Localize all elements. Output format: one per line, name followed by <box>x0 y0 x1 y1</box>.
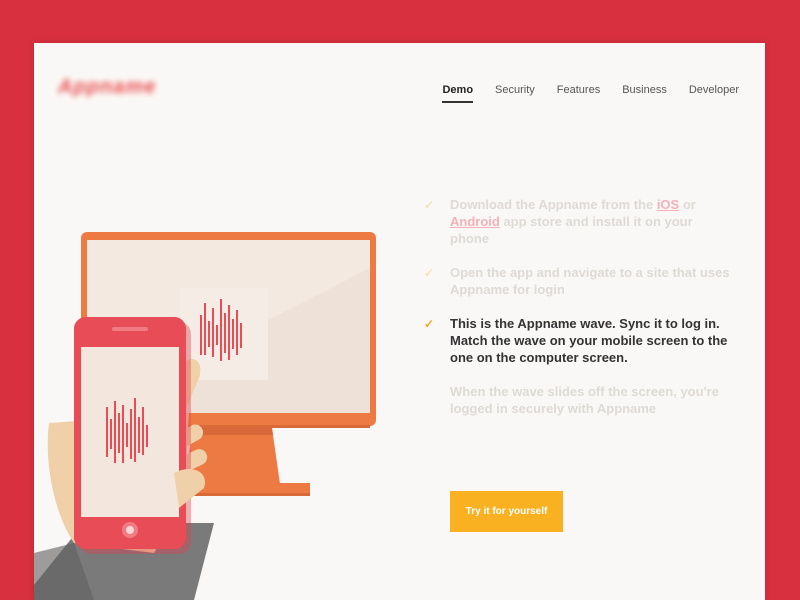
steps-list: ✓ Download the Appname from the iOS or A… <box>424 196 734 434</box>
nav-demo[interactable]: Demo <box>442 84 474 103</box>
top-nav: Demo Security Features Business Develope… <box>442 84 739 103</box>
logo[interactable]: Appname <box>58 76 155 98</box>
step-sync-wave: ✓ This is the Appname wave. Sync it to l… <box>424 316 728 365</box>
checkmark-icon: ✓ <box>424 266 435 280</box>
nav-developer[interactable]: Developer <box>689 84 739 103</box>
step-logged-in: When the wave slides off the screen, you… <box>450 384 719 416</box>
ios-link[interactable]: iOS <box>657 197 679 212</box>
checkmark-icon: ✓ <box>424 198 435 212</box>
landing-page: Appname Demo Security Features Business … <box>34 43 765 600</box>
nav-features[interactable]: Features <box>557 84 600 103</box>
try-it-button[interactable]: Try it for yourself <box>450 491 563 532</box>
phone-illustration <box>74 317 191 554</box>
step-open-app: ✓ Open the app and navigate to a site th… <box>424 265 730 297</box>
nav-business[interactable]: Business <box>622 84 667 103</box>
step-download: ✓ Download the Appname from the iOS or A… <box>424 197 696 246</box>
checkmark-icon: ✓ <box>424 317 435 331</box>
nav-security[interactable]: Security <box>495 84 535 103</box>
android-link[interactable]: Android <box>450 214 500 229</box>
phone-computer-illustration <box>34 232 376 600</box>
